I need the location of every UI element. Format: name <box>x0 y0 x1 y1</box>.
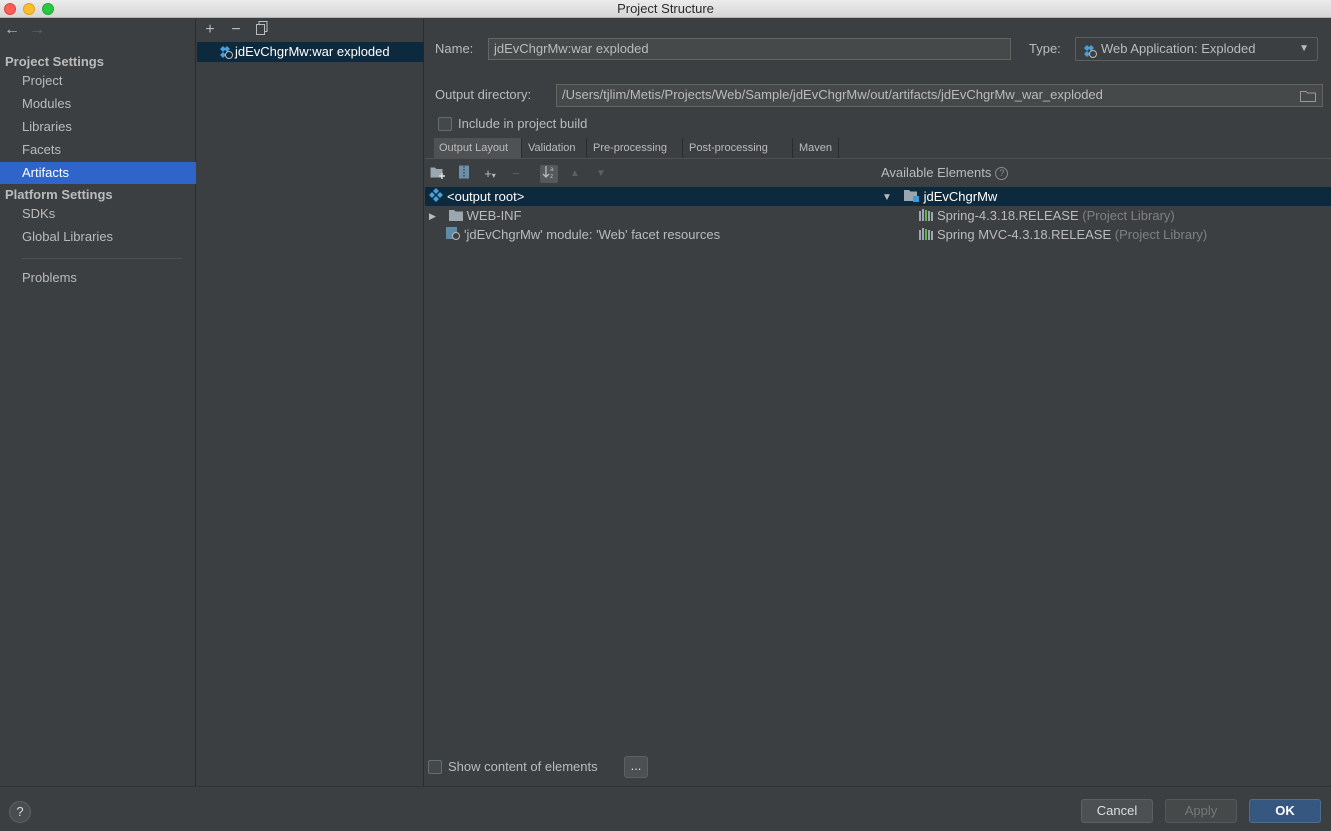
chevron-down-icon: ▼ <box>1299 43 1309 54</box>
library-kind: (Project Library) <box>1114 227 1208 242</box>
show-content-checkbox[interactable] <box>428 760 442 774</box>
add-icon[interactable]: + <box>201 21 219 39</box>
arrow-left-icon[interactable]: ← <box>4 21 20 39</box>
output-directory-label: Output directory: <box>435 87 532 102</box>
tree-row-label: <output root> <box>447 189 525 204</box>
sidebar-item-problems[interactable]: Problems <box>0 267 196 289</box>
type-select-value: Web Application: Exploded <box>1101 41 1256 56</box>
sidebar-item-sdks[interactable]: SDKs <box>0 203 196 225</box>
artifact-editor: Name: jdEvChgrMw:war exploded Type: Web … <box>425 19 1331 786</box>
move-down-icon[interactable]: ▼ <box>592 165 610 183</box>
sidebar-item-artifacts[interactable]: Artifacts <box>0 162 196 184</box>
tree-row-label: 'jdEvChgrMw' module: 'Web' facet resourc… <box>464 227 721 242</box>
name-field[interactable]: jdEvChgrMw:war exploded <box>488 38 1011 60</box>
cancel-button[interactable]: Cancel <box>1081 799 1153 823</box>
tab-validation[interactable]: Validation <box>523 138 587 158</box>
sidebar-item-modules[interactable]: Modules <box>0 93 196 115</box>
web-artifact-icon <box>429 188 443 207</box>
library-icon <box>919 207 933 226</box>
artifact-toolbar: + − <box>197 19 424 42</box>
available-library-row[interactable]: Spring-4.3.18.RELEASE (Project Library) <box>878 206 1331 225</box>
copy-icon[interactable] <box>253 21 271 39</box>
tree-row-web-inf[interactable]: ▶ WEB-INF <box>425 206 878 225</box>
library-icon <box>919 226 933 245</box>
ok-button[interactable]: OK <box>1249 799 1321 823</box>
folder-icon <box>448 207 463 226</box>
tab-post-processing[interactable]: Post-processing <box>684 138 793 158</box>
apply-button[interactable]: Apply <box>1165 799 1237 823</box>
sidebar-item-project[interactable]: Project <box>0 70 196 92</box>
sidebar-item-libraries[interactable]: Libraries <box>0 116 196 138</box>
output-directory-value: /Users/tjlim/Metis/Projects/Web/Sample/j… <box>562 87 1103 102</box>
available-elements-title: Available Elements <box>881 165 992 180</box>
layout-toolbar: +▾ − az ▲ ▼ <box>425 163 875 185</box>
tab-divider <box>425 158 1331 159</box>
add-copy-of-icon[interactable]: +▾ <box>481 165 499 183</box>
platform-settings-heading: Platform Settings <box>5 187 113 202</box>
project-settings-heading: Project Settings <box>5 54 104 69</box>
window-title: Project Structure <box>617 1 714 16</box>
help-icon[interactable]: ? <box>995 167 1009 181</box>
type-label: Type: <box>1029 41 1061 56</box>
include-in-build-checkbox[interactable] <box>438 117 452 131</box>
artifact-list-panel: + − jdEvChgrMw:war exploded <box>197 19 424 786</box>
available-root-row[interactable]: ▼ jdEvChgrMw <box>878 187 1331 206</box>
type-select[interactable]: Web Application: Exploded ▼ <box>1075 37 1318 61</box>
library-kind: (Project Library) <box>1082 208 1175 223</box>
move-up-icon[interactable]: ▲ <box>566 165 584 183</box>
web-facet-icon <box>446 226 460 245</box>
web-artifact-icon <box>219 45 233 59</box>
available-root-label: jdEvChgrMw <box>923 189 998 204</box>
settings-sidebar: ← → Project Settings Project Modules Lib… <box>0 19 196 786</box>
web-artifact-icon <box>1083 43 1097 58</box>
tree-row-facet-resources[interactable]: 'jdEvChgrMw' module: 'Web' facet resourc… <box>425 225 878 244</box>
sort-elements-icon[interactable]: az <box>540 165 558 183</box>
sidebar-item-facets[interactable]: Facets <box>0 139 196 161</box>
artifact-item[interactable]: jdEvChgrMw:war exploded <box>197 42 424 62</box>
include-in-build-label: Include in project build <box>458 116 588 131</box>
tree-row-label: WEB-INF <box>466 208 522 223</box>
available-elements-heading: Available Elements? <box>881 165 1009 181</box>
chevron-down-icon[interactable]: ▼ <box>882 188 896 207</box>
new-directory-icon[interactable] <box>429 165 447 183</box>
chevron-right-icon[interactable]: ▶ <box>429 207 441 226</box>
arrow-right-icon[interactable]: → <box>29 21 45 39</box>
svg-text:a: a <box>550 166 554 173</box>
library-name: Spring MVC-4.3.18.RELEASE <box>937 227 1112 242</box>
tab-pre-processing[interactable]: Pre-processing <box>588 138 683 158</box>
remove-icon[interactable]: − <box>507 165 525 183</box>
show-content-label: Show content of elements <box>448 759 598 774</box>
svg-text:z: z <box>550 173 553 179</box>
show-content-options-button[interactable]: ... <box>624 756 648 778</box>
sidebar-item-global-libraries[interactable]: Global Libraries <box>0 226 196 248</box>
title-bar: Project Structure <box>0 0 1331 18</box>
output-directory-field[interactable]: /Users/tjlim/Metis/Projects/Web/Sample/j… <box>556 84 1323 107</box>
help-button[interactable]: ? <box>9 801 31 823</box>
sidebar-divider <box>22 258 182 259</box>
artifact-item-label: jdEvChgrMw:war exploded <box>235 44 390 59</box>
tab-maven[interactable]: Maven <box>794 138 839 158</box>
module-folder-icon <box>903 188 920 207</box>
tab-output-layout[interactable]: Output Layout <box>434 138 522 158</box>
library-name: Spring-4.3.18.RELEASE <box>937 208 1079 223</box>
available-library-row[interactable]: Spring MVC-4.3.18.RELEASE (Project Libra… <box>878 225 1331 244</box>
tree-row-output-root[interactable]: <output root> <box>425 187 878 206</box>
dialog-footer: ? Cancel Apply OK <box>0 786 1331 831</box>
remove-icon[interactable]: − <box>227 21 245 39</box>
name-label: Name: <box>435 41 474 56</box>
folder-icon[interactable] <box>1300 88 1316 102</box>
create-archive-icon[interactable] <box>455 165 473 183</box>
